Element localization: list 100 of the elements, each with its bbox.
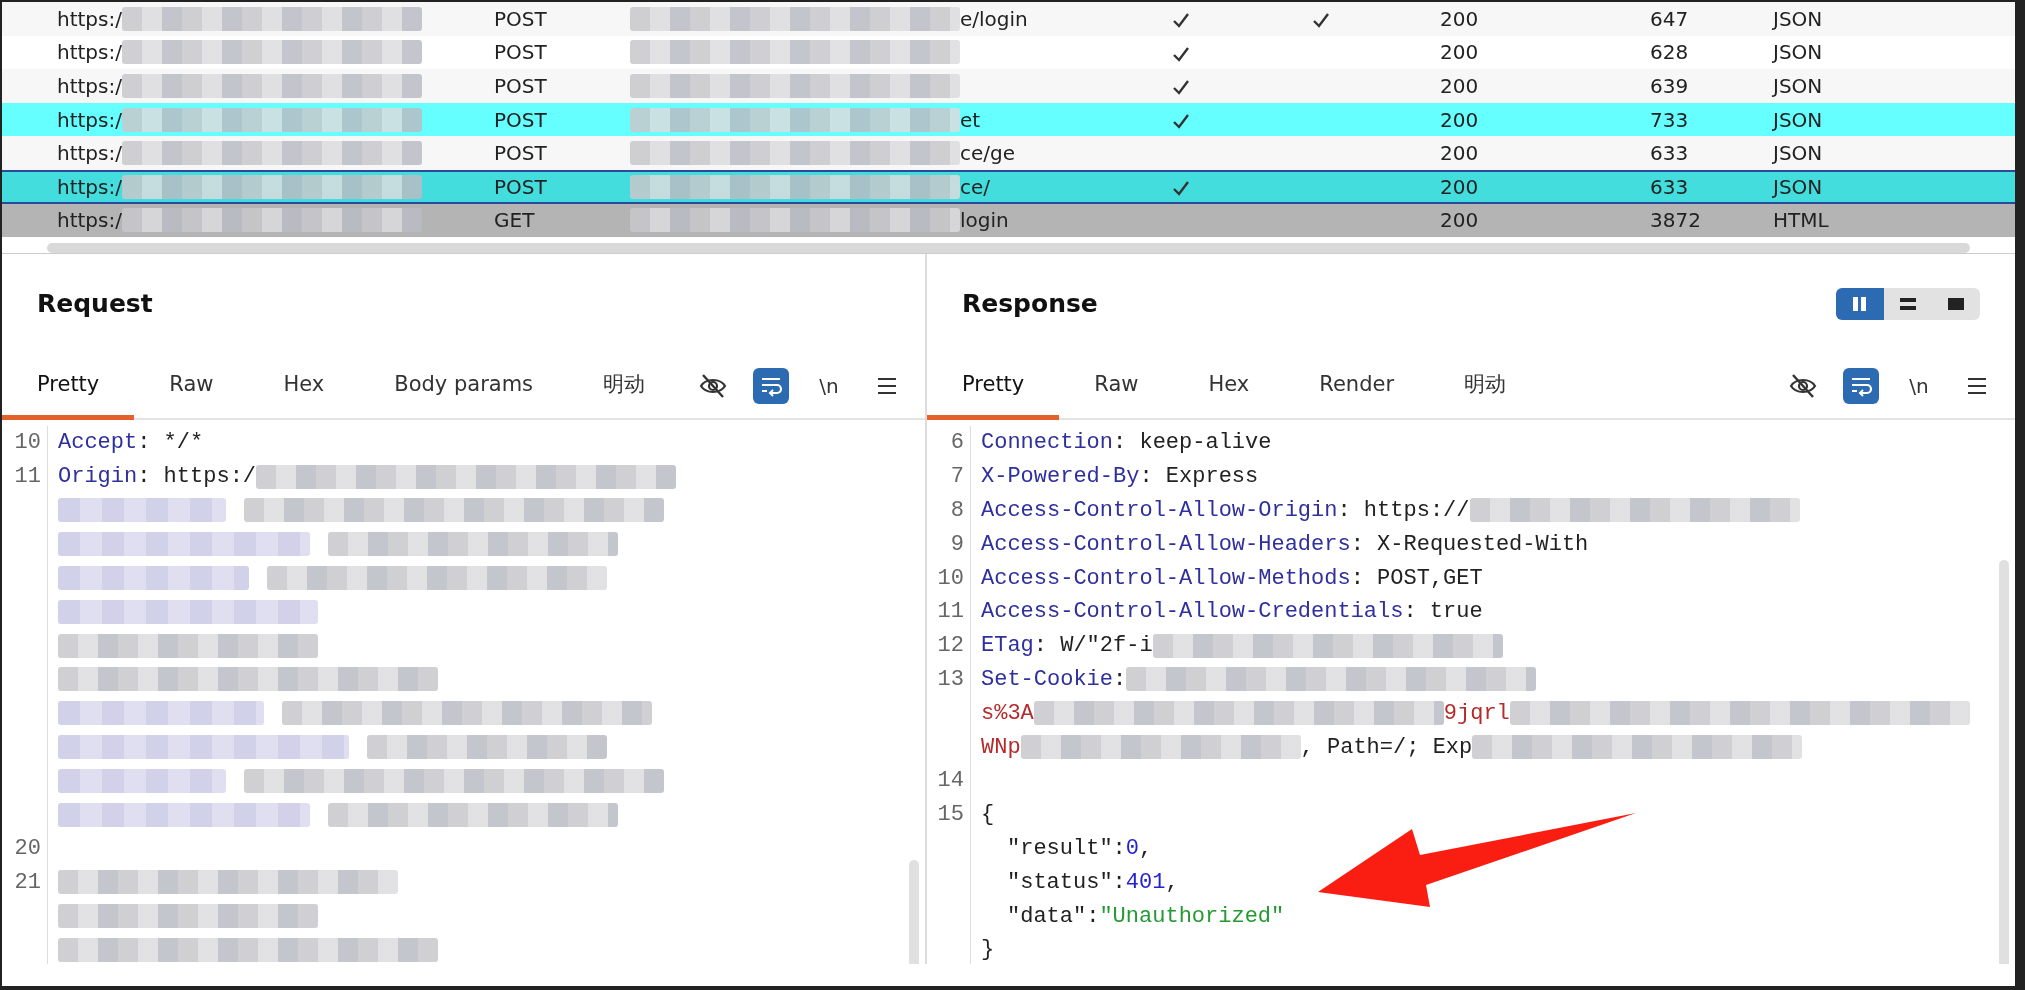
code-text: , [1139,834,1153,863]
mime-cell-text: JSON [1773,5,1824,33]
line-number: 21 [14,868,41,897]
host-cell-text: https:/ [57,39,122,67]
layout-button[interactable] [1884,288,1932,320]
layout-button[interactable] [1932,288,1980,320]
line-number: 10 [14,429,41,458]
tab[interactable]: Body params [359,354,569,420]
tab[interactable]: Hex [248,354,360,420]
line-number: 20 [14,834,41,863]
panel-title: Request [37,288,153,321]
scrollbar-thumb[interactable] [1999,560,2009,964]
mime-cell-text: JSON [1773,140,1824,168]
header-name: Access-Control-Allow-Methods [981,564,1351,593]
tab[interactable]: 明动 [1429,354,1542,420]
host-cell-text: https:/ [57,73,122,100]
status-cell-text: 200 [1440,106,1480,134]
wrap-icon[interactable] [753,368,789,404]
header-name: Set-Cookie [981,665,1114,694]
table-row[interactable]: https:/ GET login 200 3872 HTML [2,203,2015,238]
status-cell-text: 200 [1440,39,1480,67]
length-cell-text: 733 [1650,106,1690,134]
method-cell-text: POST [494,106,548,134]
newline-button[interactable]: \n [1901,368,1937,404]
header-name: Connection [981,429,1114,458]
code-text: : POST,GET [1350,564,1483,593]
code-text: : https:// [1337,497,1470,525]
status-cell-text: 200 [1440,140,1480,168]
line-number: 8 [950,497,964,525]
tab[interactable]: Pretty [927,354,1060,420]
cookie-value: 9jqrl [1443,699,1510,728]
url-cell-text: login [960,207,1009,235]
line-number: 12 [937,632,964,661]
method-cell-text: POST [494,140,548,168]
code-text: "result": [1007,834,1126,863]
layout-button[interactable] [1836,288,1884,320]
line-number: 11 [937,598,964,627]
json-number: 401 [1125,868,1166,897]
mime-cell-text: JSON [1773,39,1824,67]
code-text: "status": [1007,868,1126,897]
code-text: : [1113,665,1127,694]
table-row[interactable]: https:/ POST ce/ge 200 633 JSON [2,136,2015,170]
mime-cell-text: JSON [1773,106,1824,134]
url-cell-text: e/login [960,5,1028,33]
code-text: , Path=/; Exp [1300,733,1473,762]
line-number: 14 [937,767,964,796]
code-text: : https:/ [137,463,257,492]
header-name: Accept [58,429,138,458]
cookie-value: WNp [981,733,1021,762]
length-cell-text: 3872 [1650,207,1702,235]
header-name: Access-Control-Allow-Origin [981,497,1338,525]
mime-cell-text: HTML [1773,207,1830,235]
tab[interactable]: Render [1284,354,1430,420]
table-row[interactable]: https:/ POST 200 628 JSON [2,35,2015,70]
line-number: 6 [950,429,964,458]
header-name: Origin [58,463,138,492]
status-cell-text: 200 [1440,73,1480,100]
host-cell-text: https:/ [57,207,122,235]
split-rows-icon [1898,295,1918,313]
line-number: 15 [937,801,964,830]
tab[interactable]: Raw [1059,354,1174,420]
code-text: { [981,801,995,830]
header-name: ETag [981,632,1034,661]
url-cell-text: ce/ [960,173,991,201]
host-cell-text: https:/ [57,5,122,33]
cookie-value: s%3A [981,699,1034,728]
line-number: 7 [950,463,964,492]
newline-button[interactable]: \n [811,368,847,404]
code-text: : keep-alive [1113,429,1272,458]
code-text: , [1165,868,1179,897]
panel-title: Response [962,288,1098,321]
method-cell-text: POST [494,39,548,67]
header-name: Access-Control-Allow-Credentials [981,598,1404,627]
status-cell-text: 200 [1440,207,1480,235]
table-row[interactable]: https:/ POST ce/ 200 633 JSON [2,169,2015,204]
table-row[interactable]: https:/ POST et 200 733 JSON [2,102,2015,137]
json-string: "Unauthorized" [1099,902,1285,931]
table-row[interactable]: https:/ POST 200 639 JSON [2,69,2015,103]
host-cell-text: https:/ [57,173,122,201]
scrollbar-thumb[interactable] [47,243,1970,253]
length-cell-text: 647 [1650,5,1690,33]
method-cell-text: GET [494,207,536,235]
table-row[interactable]: https:/ POST e/login 200 647 JSON [2,2,2015,36]
tab[interactable]: Pretty [2,354,135,420]
tab[interactable]: 明动 [568,354,681,420]
length-cell-text: 633 [1650,140,1690,168]
line-number: 9 [950,530,964,559]
status-cell-text: 200 [1440,173,1480,201]
line-number: 10 [937,564,964,593]
wrap-icon[interactable] [1843,368,1879,404]
url-cell-text: et [960,106,981,134]
code-text: : Express [1139,463,1259,492]
code-text: : W/"2f-i [1033,632,1153,661]
url-cell-text: ce/ge [960,140,1016,168]
tab[interactable]: Raw [134,354,249,420]
code-text: : X-Requested-With [1350,530,1589,559]
tab[interactable]: Hex [1173,354,1285,420]
method-cell-text: POST [494,73,548,100]
scrollbar-thumb[interactable] [909,860,919,964]
line-number: 11 [14,463,41,492]
